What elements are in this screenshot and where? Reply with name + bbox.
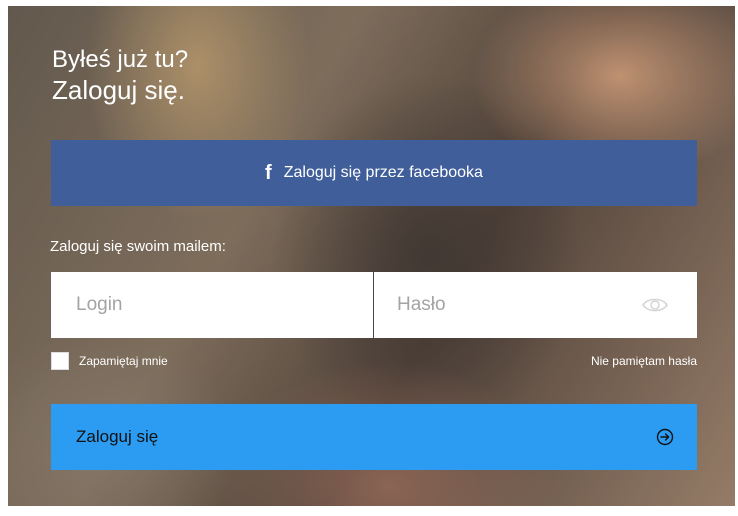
forgot-password-link[interactable]: Nie pamiętam hasła	[591, 354, 697, 368]
title-line-1: Byłeś już tu?	[52, 46, 189, 73]
remember-me-checkbox[interactable]	[51, 352, 69, 370]
login-submit-label: Zaloguj się	[76, 427, 159, 446]
facebook-login-label: Zaloguj się przez facebooka	[283, 164, 483, 181]
email-login-label: Zaloguj się swoim mailem:	[50, 238, 226, 255]
login-panel: Byłeś już tu? Zaloguj się. f Zaloguj się…	[8, 6, 735, 506]
title-line-2: Zaloguj się.	[52, 75, 185, 105]
remember-me[interactable]: Zapamiętaj mnie	[51, 352, 168, 370]
arrow-circle-right-icon	[656, 428, 674, 446]
eye-icon[interactable]	[641, 295, 669, 315]
page-title: Byłeś już tu? Zaloguj się.	[52, 44, 188, 106]
password-field-wrapper	[374, 272, 697, 338]
facebook-login-button[interactable]: f Zaloguj się przez facebooka	[51, 140, 697, 206]
facebook-icon: f	[265, 161, 272, 184]
login-input[interactable]	[51, 272, 373, 338]
login-submit-button[interactable]: Zaloguj się	[51, 404, 697, 470]
login-field-wrapper	[51, 272, 373, 338]
remember-me-label: Zapamiętaj mnie	[79, 354, 168, 368]
